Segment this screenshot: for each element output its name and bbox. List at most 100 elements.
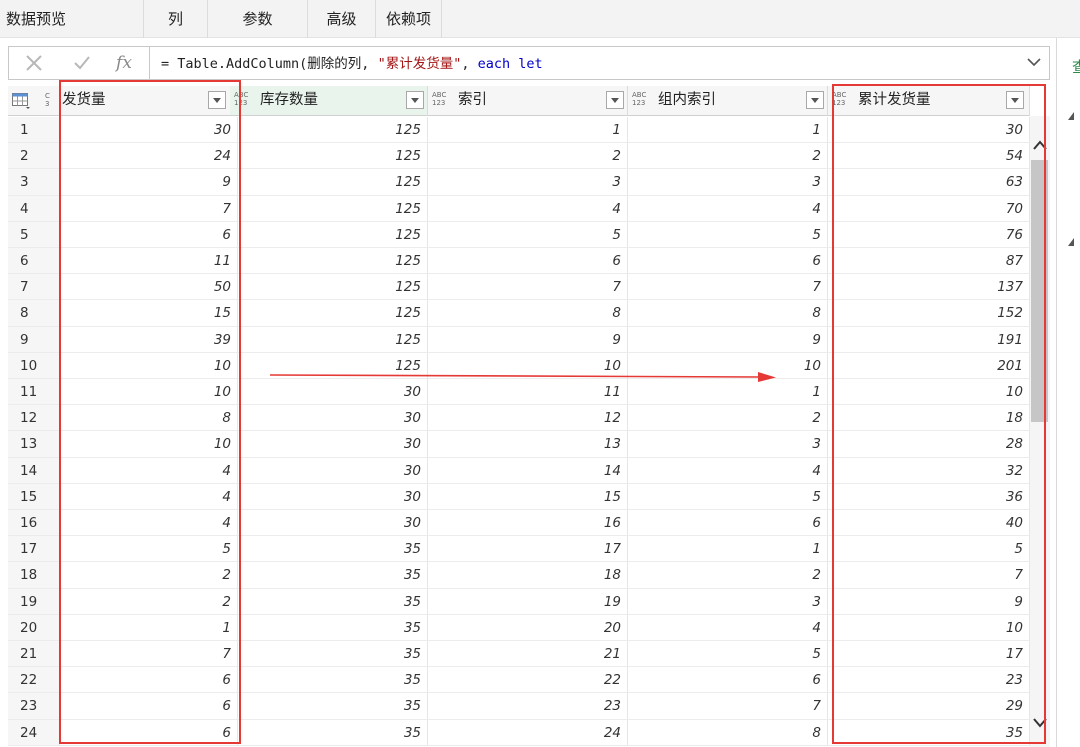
table-cell[interactable]: 9	[628, 326, 828, 353]
table-cell[interactable]: 35	[230, 719, 428, 746]
table-cell[interactable]: 15	[428, 483, 628, 510]
table-cell[interactable]: 20	[428, 614, 628, 641]
row-index[interactable]: 4	[8, 195, 60, 222]
formula-input[interactable]: = Table.AddColumn(删除的列, "累计发货量", each le…	[161, 47, 543, 79]
table-cell[interactable]: 125	[230, 300, 428, 327]
table-cell[interactable]: 35	[230, 562, 428, 589]
table-cell[interactable]: 125	[230, 169, 428, 196]
row-index[interactable]: 23	[8, 693, 60, 720]
column-filter-dropdown[interactable]	[606, 91, 624, 109]
table-cell[interactable]: 35	[230, 693, 428, 720]
column-header-4[interactable]: ABC 123 组内索引	[628, 86, 828, 116]
table-cell[interactable]: 5	[428, 221, 628, 248]
table-cell[interactable]: 12	[428, 405, 628, 432]
table-cell[interactable]: 35	[230, 536, 428, 563]
row-index[interactable]: 5	[8, 221, 60, 248]
tab-advanced[interactable]: 高级	[308, 0, 376, 38]
row-index[interactable]: 24	[8, 719, 60, 746]
table-cell[interactable]: 6	[628, 248, 828, 275]
row-index[interactable]: 17	[8, 536, 60, 563]
row-index[interactable]: 20	[8, 614, 60, 641]
table-cell[interactable]: 4	[628, 614, 828, 641]
row-index[interactable]: 13	[8, 431, 60, 458]
table-cell[interactable]: 3	[628, 431, 828, 458]
table-cell[interactable]: 125	[230, 143, 428, 170]
table-cell[interactable]: 1	[628, 536, 828, 563]
table-cell[interactable]: 125	[230, 326, 428, 353]
row-index[interactable]: 11	[8, 379, 60, 406]
table-cell[interactable]: 35	[230, 667, 428, 694]
row-index[interactable]: 10	[8, 352, 60, 379]
row-index[interactable]: 18	[8, 562, 60, 589]
table-cell[interactable]: 4	[428, 195, 628, 222]
table-cell[interactable]: 17	[428, 536, 628, 563]
table-cell[interactable]: 24	[428, 719, 628, 746]
table-cell[interactable]: 30	[230, 405, 428, 432]
column-filter-dropdown[interactable]	[806, 91, 824, 109]
table-cell[interactable]: 2	[628, 405, 828, 432]
table-cell[interactable]: 7	[628, 274, 828, 301]
tab-columns[interactable]: 列	[144, 0, 208, 38]
table-cell[interactable]: 13	[428, 431, 628, 458]
tab-parameters[interactable]: 参数	[208, 0, 308, 38]
table-cell[interactable]: 5	[628, 221, 828, 248]
table-cell[interactable]: 5	[628, 641, 828, 668]
table-cell[interactable]: 7	[428, 274, 628, 301]
tab-data-preview[interactable]: 数据预览	[0, 0, 144, 38]
table-cell[interactable]: 7	[628, 693, 828, 720]
table-cell[interactable]: 125	[230, 274, 428, 301]
collapse-triangle-icon[interactable]	[1068, 238, 1074, 246]
table-cell[interactable]: 16	[428, 510, 628, 537]
table-cell[interactable]: 19	[428, 588, 628, 615]
table-cell[interactable]: 3	[628, 588, 828, 615]
tab-dependencies[interactable]: 依赖项	[376, 0, 442, 38]
table-cell[interactable]: 8	[428, 300, 628, 327]
row-index[interactable]: 21	[8, 641, 60, 668]
row-index[interactable]: 9	[8, 326, 60, 353]
column-filter-dropdown[interactable]	[406, 91, 424, 109]
table-cell[interactable]: 4	[628, 195, 828, 222]
table-cell[interactable]: 8	[628, 719, 828, 746]
table-cell[interactable]: 125	[230, 248, 428, 275]
confirm-button[interactable]	[59, 47, 105, 79]
table-cell[interactable]: 30	[230, 483, 428, 510]
table-cell[interactable]: 125	[230, 221, 428, 248]
table-cell[interactable]: 2	[628, 143, 828, 170]
table-corner[interactable]: C3	[8, 86, 60, 116]
table-cell[interactable]: 8	[628, 300, 828, 327]
row-index[interactable]: 7	[8, 274, 60, 301]
table-cell[interactable]: 21	[428, 641, 628, 668]
row-index[interactable]: 2	[8, 143, 60, 170]
row-index[interactable]: 19	[8, 588, 60, 615]
table-cell[interactable]: 6	[628, 667, 828, 694]
table-cell[interactable]: 2	[428, 143, 628, 170]
collapse-triangle-icon[interactable]	[1068, 112, 1074, 120]
table-cell[interactable]: 35	[230, 614, 428, 641]
table-cell[interactable]: 30	[230, 510, 428, 537]
table-cell[interactable]: 3	[628, 169, 828, 196]
table-cell[interactable]: 125	[230, 117, 428, 144]
row-index[interactable]: 3	[8, 169, 60, 196]
table-cell[interactable]: 14	[428, 457, 628, 484]
table-cell[interactable]: 35	[230, 641, 428, 668]
column-header-3[interactable]: ABC 123 索引	[428, 86, 628, 116]
table-cell[interactable]: 9	[428, 326, 628, 353]
table-cell[interactable]: 30	[230, 431, 428, 458]
table-cell[interactable]: 1	[428, 117, 628, 144]
row-index[interactable]: 12	[8, 405, 60, 432]
cancel-button[interactable]	[11, 47, 57, 79]
expand-formula-chevron-icon[interactable]	[1027, 55, 1041, 69]
table-cell[interactable]: 3	[428, 169, 628, 196]
table-cell[interactable]: 5	[628, 483, 828, 510]
row-index[interactable]: 1	[8, 117, 60, 144]
table-cell[interactable]: 23	[428, 693, 628, 720]
table-cell[interactable]: 6	[628, 510, 828, 537]
row-index[interactable]: 6	[8, 248, 60, 275]
table-cell[interactable]: 30	[230, 457, 428, 484]
fx-icon[interactable]: fx	[101, 47, 147, 79]
table-cell[interactable]: 1	[628, 117, 828, 144]
row-index[interactable]: 14	[8, 457, 60, 484]
table-cell[interactable]: 22	[428, 667, 628, 694]
table-cell[interactable]: 6	[428, 248, 628, 275]
table-cell[interactable]: 35	[230, 588, 428, 615]
